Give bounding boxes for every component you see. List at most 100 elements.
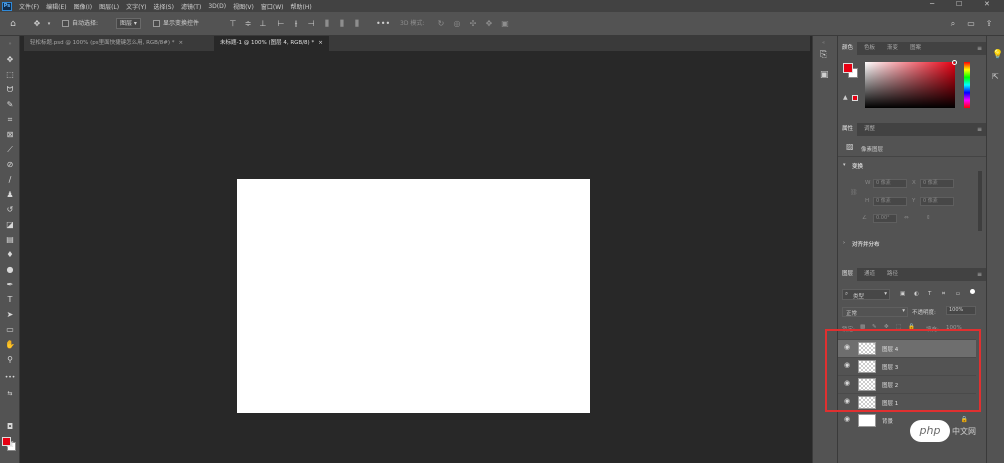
menu-image[interactable]: 图像(I)	[74, 2, 92, 11]
flip-horizontal-icon[interactable]: ⇔	[904, 215, 909, 221]
history-brush-tool-icon[interactable]: ↺	[3, 204, 17, 216]
align-hcenter-icon[interactable]: ⫲	[291, 19, 301, 29]
collapse-icon[interactable]: »	[3, 38, 17, 50]
menu-help[interactable]: 帮助(H)	[291, 2, 312, 11]
brush-tool-icon[interactable]: ∕	[3, 174, 17, 186]
layer-filter-dropdown[interactable]: ⌕ 类型 ▾	[842, 289, 890, 300]
maximize-icon[interactable]: ☐	[956, 0, 962, 8]
tab-patterns[interactable]: 图案	[906, 42, 925, 55]
share-icon[interactable]: ⇪	[984, 19, 994, 29]
quick-mask-icon[interactable]: ◘	[3, 421, 17, 433]
3d-roll-icon[interactable]: ◎	[452, 19, 462, 29]
move-tool-icon[interactable]: ✥	[32, 19, 42, 29]
close-tab-icon[interactable]: ×	[179, 40, 184, 46]
libraries-panel-icon[interactable]: ▣	[820, 70, 829, 80]
pen-tool-icon[interactable]: ✒	[3, 279, 17, 291]
chevron-down-icon[interactable]: ▾	[843, 162, 846, 168]
show-transform-checkbox[interactable]: 显示变换控件	[153, 18, 199, 30]
height-field[interactable]: 0 像素	[873, 197, 907, 206]
3d-drag-icon[interactable]: ✣	[468, 19, 478, 29]
export-icon[interactable]: ⇱	[992, 72, 999, 81]
tab-layers[interactable]: 图层	[838, 268, 858, 281]
3d-slide-icon[interactable]: ✥	[484, 19, 494, 29]
eyedropper-tool-icon[interactable]: ⟋	[3, 144, 17, 156]
swap-colors-icon[interactable]: ⇆	[3, 388, 17, 400]
menu-view[interactable]: 视图(V)	[233, 2, 254, 11]
distribute-icon[interactable]: ⫼	[322, 19, 332, 29]
x-field[interactable]: 0 像素	[920, 179, 954, 188]
align-bottom-icon[interactable]: ⊥	[258, 19, 268, 29]
filter-toggle-icon[interactable]	[970, 289, 975, 294]
close-icon[interactable]: ✕	[984, 0, 990, 8]
rectangle-tool-icon[interactable]: ▭	[3, 324, 17, 336]
color-picker-field[interactable]	[865, 62, 955, 108]
document-canvas[interactable]	[237, 179, 590, 413]
filter-shape-icon[interactable]: ⌗	[942, 291, 945, 298]
filter-type-icon[interactable]: T	[928, 291, 931, 297]
eraser-tool-icon[interactable]: ◪	[3, 219, 17, 231]
blend-mode-dropdown[interactable]: 正常 ▾	[842, 307, 908, 317]
type-tool-icon[interactable]: T	[3, 294, 17, 306]
visibility-eye-icon[interactable]: ◉	[844, 415, 850, 423]
frame-tool-icon[interactable]: ⊠	[3, 129, 17, 141]
minimize-icon[interactable]: ─	[930, 0, 934, 8]
scrollbar[interactable]	[978, 171, 982, 231]
filter-pixel-icon[interactable]: ▣	[900, 291, 905, 297]
menu-type[interactable]: 文字(Y)	[126, 2, 146, 11]
opacity-field[interactable]: 100%	[946, 306, 976, 315]
menu-3d[interactable]: 3D(D)	[208, 3, 226, 10]
distribute-icon[interactable]: ⫼	[352, 19, 362, 29]
clone-stamp-tool-icon[interactable]: ♟	[3, 189, 17, 201]
align-left-icon[interactable]: ⊢	[276, 19, 286, 29]
panel-menu-icon[interactable]: ≡	[977, 268, 982, 281]
width-field[interactable]: 0 像素	[873, 179, 907, 188]
menu-window[interactable]: 窗口(W)	[261, 2, 284, 11]
workspace-icon[interactable]: ▭	[966, 19, 976, 29]
align-right-icon[interactable]: ⊣	[306, 19, 316, 29]
crop-tool-icon[interactable]: ⌗	[3, 114, 17, 126]
blur-tool-icon[interactable]: ♦	[3, 249, 17, 261]
tab-paths[interactable]: 路径	[883, 268, 902, 281]
auto-select-dropdown[interactable]: 图层 ▾	[116, 18, 141, 30]
3d-camera-icon[interactable]: ▣	[500, 19, 510, 29]
collapse-icon[interactable]: «	[822, 40, 825, 46]
tab-swatches[interactable]: 色板	[860, 42, 879, 55]
more-tools-icon[interactable]: •••	[3, 372, 17, 384]
angle-field[interactable]: 0.00°	[873, 214, 897, 223]
tab-document-2[interactable]: 未标题-1 @ 100% (图层 4, RGB/8) * ×	[214, 36, 329, 51]
search-icon[interactable]: ⌕	[948, 19, 958, 29]
menu-edit[interactable]: 编辑(E)	[46, 2, 66, 11]
web-safe-color-swatch[interactable]	[852, 95, 858, 101]
gradient-tool-icon[interactable]: ▤	[3, 234, 17, 246]
distribute-icon[interactable]: ⫼	[337, 19, 347, 29]
lasso-tool-icon[interactable]: ᗢ	[3, 84, 17, 96]
checkbox-icon[interactable]	[62, 20, 69, 27]
foreground-color-swatch[interactable]	[843, 63, 853, 73]
history-panel-icon[interactable]: ⎘	[820, 50, 827, 60]
flip-vertical-icon[interactable]: ⇕	[926, 215, 931, 221]
color-picker-cursor[interactable]	[952, 60, 957, 65]
move-tool-icon[interactable]: ✥	[3, 54, 17, 66]
tab-channels[interactable]: 通道	[860, 268, 879, 281]
chevron-right-icon[interactable]: ›	[843, 240, 845, 246]
zoom-tool-icon[interactable]: ⚲	[3, 354, 17, 366]
hue-slider[interactable]	[964, 62, 970, 108]
healing-brush-tool-icon[interactable]: ⊘	[3, 159, 17, 171]
hand-tool-icon[interactable]: ✋	[3, 339, 17, 351]
foreground-color-swatch[interactable]	[2, 437, 11, 446]
more-options-icon[interactable]: •••	[376, 19, 390, 29]
link-icon[interactable]: ⛓	[850, 189, 858, 196]
menu-filter[interactable]: 滤镜(T)	[181, 2, 201, 11]
panel-menu-icon[interactable]: ≡	[977, 123, 982, 136]
menu-layer[interactable]: 图层(L)	[99, 2, 119, 11]
tab-document-1[interactable]: 轻松标题.psd @ 100% (ps里面快捷键怎么用, RGB/8#) * ×	[24, 36, 189, 51]
filter-smart-object-icon[interactable]: ▫	[956, 291, 960, 297]
menu-file[interactable]: 文件(F)	[19, 2, 39, 11]
close-tab-icon[interactable]: ×	[318, 40, 323, 46]
align-vcenter-icon[interactable]: ≑	[243, 19, 253, 29]
3d-rotate-icon[interactable]: ↻	[436, 19, 446, 29]
menu-select[interactable]: 选择(S)	[153, 2, 174, 11]
path-select-tool-icon[interactable]: ➤	[3, 309, 17, 321]
tab-color[interactable]: 颜色	[838, 42, 858, 55]
quick-select-tool-icon[interactable]: ✎	[3, 99, 17, 111]
